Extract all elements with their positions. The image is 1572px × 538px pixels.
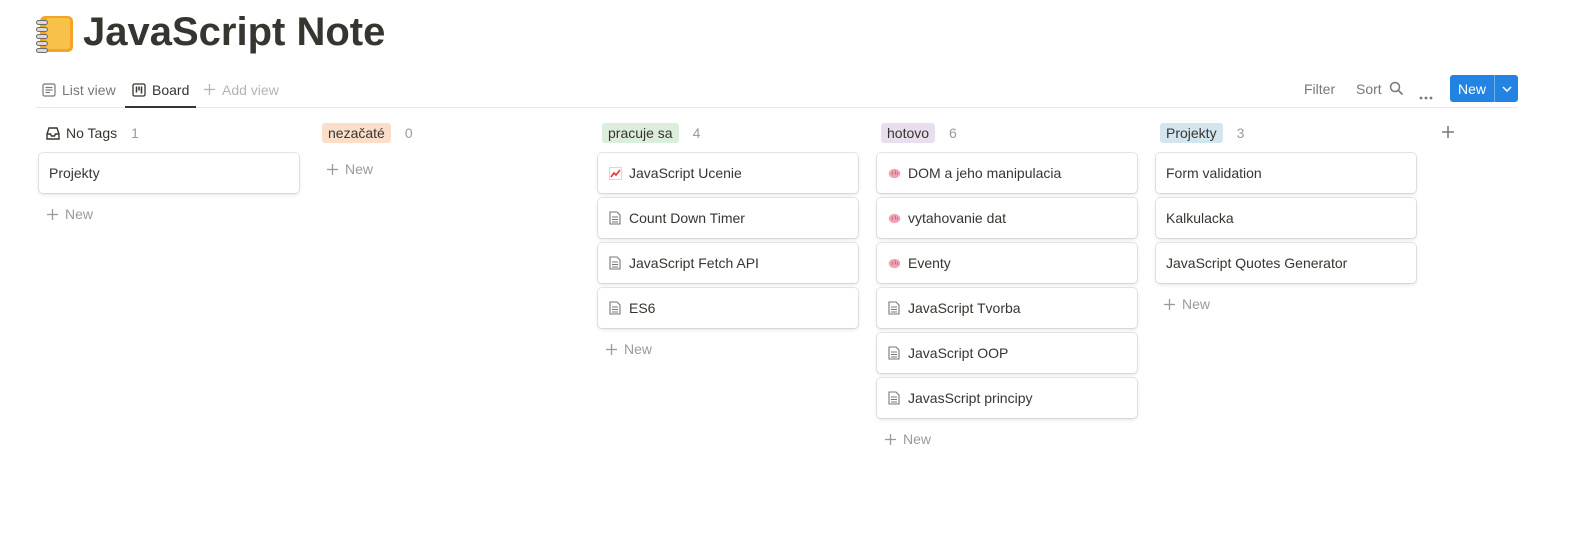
group-count: 6 xyxy=(949,125,957,141)
plus-icon xyxy=(885,433,896,445)
group-header-nezacate[interactable]: nezačaté 0 xyxy=(322,123,413,143)
board-card[interactable]: Count Down Timer xyxy=(598,198,858,238)
card-title: vytahovanie dat xyxy=(908,210,1007,226)
group-header-projekty[interactable]: Projekty 3 xyxy=(1160,123,1244,143)
card-title: JavaScript Quotes Generator xyxy=(1166,255,1348,271)
filter-button[interactable]: Filter xyxy=(1304,81,1335,97)
card-title: Form validation xyxy=(1166,165,1262,181)
board-card[interactable]: JavasScript principy xyxy=(877,378,1137,418)
card-title: Count Down Timer xyxy=(629,210,745,226)
page-icon xyxy=(608,211,622,225)
tab-list-view-label: List view xyxy=(62,81,116,98)
group-count: 4 xyxy=(692,125,701,141)
add-group-button[interactable] xyxy=(1441,125,1455,144)
group-count: 0 xyxy=(404,125,413,141)
add-card-button[interactable]: New xyxy=(1163,296,1210,312)
new-button[interactable]: New xyxy=(1450,75,1518,102)
group-tag: Projekty xyxy=(1160,123,1223,143)
page-icon xyxy=(608,301,622,315)
chevron-down-icon[interactable] xyxy=(1495,85,1518,92)
more-options-icon[interactable] xyxy=(1419,87,1433,103)
add-card-button[interactable]: New xyxy=(46,206,93,222)
board-card[interactable]: Projekty xyxy=(39,153,299,193)
card-title: ES6 xyxy=(629,300,656,316)
page-icon xyxy=(887,391,901,405)
board-card[interactable]: ES6 xyxy=(598,288,858,328)
tab-board-label: Board xyxy=(152,81,190,98)
board-view-icon xyxy=(132,82,146,97)
add-card-button[interactable]: New xyxy=(326,161,373,177)
group-count: 1 xyxy=(131,125,139,141)
card-title: Eventy xyxy=(908,255,951,271)
group-header-pracuje-sa[interactable]: pracuje sa 4 xyxy=(602,123,700,143)
plus-icon xyxy=(47,208,58,220)
card-title: Kalkulacka xyxy=(1166,210,1234,226)
add-card-label: New xyxy=(65,206,94,222)
card-title: JavaScript Tvorba xyxy=(908,300,1021,316)
add-card-label: New xyxy=(903,431,932,447)
plus-icon xyxy=(1442,126,1454,138)
brain-icon xyxy=(887,211,901,225)
add-view-label: Add view xyxy=(222,81,279,98)
brain-icon xyxy=(887,166,901,180)
board-card[interactable]: JavaScript Ucenie xyxy=(598,153,858,193)
brain-icon xyxy=(887,256,901,270)
add-card-label: New xyxy=(1182,296,1211,312)
plus-icon xyxy=(606,343,617,355)
page-header: JavaScript Note xyxy=(36,10,385,55)
card-title: DOM a jeho manipulacia xyxy=(908,165,1062,181)
new-button-label[interactable]: New xyxy=(1450,81,1494,97)
inbox-icon xyxy=(46,126,60,140)
board-card[interactable]: DOM a jeho manipulacia xyxy=(877,153,1137,193)
group-name: No Tags xyxy=(66,125,118,141)
group-tag: hotovo xyxy=(881,123,936,143)
card-title: Projekty xyxy=(49,165,100,181)
board-card[interactable]: JavaScript Quotes Generator xyxy=(1156,243,1416,283)
page-icon xyxy=(887,346,901,360)
plus-icon xyxy=(204,84,215,95)
board-card[interactable]: Kalkulacka xyxy=(1156,198,1416,238)
add-card-button[interactable]: New xyxy=(605,341,652,357)
add-card-button[interactable]: New xyxy=(884,431,931,447)
search-icon[interactable] xyxy=(1389,81,1404,99)
board-card[interactable]: JavaScript Fetch API xyxy=(598,243,858,283)
view-tabs-bar: List view Board Add view Filter Sort xyxy=(36,73,1518,108)
board-card[interactable]: Form validation xyxy=(1156,153,1416,193)
board-card[interactable]: JavaScript Tvorba xyxy=(877,288,1137,328)
group-tag: pracuje sa xyxy=(602,123,679,143)
page-icon xyxy=(608,256,622,270)
board-card[interactable]: Eventy xyxy=(877,243,1137,283)
add-view-button[interactable]: Add view xyxy=(203,73,279,106)
group-tag: nezačaté xyxy=(322,123,391,143)
plus-icon xyxy=(327,163,338,175)
add-card-label: New xyxy=(624,341,653,357)
page-icon xyxy=(887,301,901,315)
board-card[interactable]: JavaScript OOP xyxy=(877,333,1137,373)
card-title: JavasScript principy xyxy=(908,390,1033,406)
board-card[interactable]: vytahovanie dat xyxy=(877,198,1137,238)
chart-increasing-icon xyxy=(608,166,622,180)
group-count: 3 xyxy=(1236,125,1245,141)
add-card-label: New xyxy=(345,161,374,177)
group-header-hotovo[interactable]: hotovo 6 xyxy=(881,123,957,143)
tab-list-view[interactable]: List view xyxy=(42,73,116,106)
card-title: JavaScript Ucenie xyxy=(629,165,742,181)
tab-board[interactable]: Board xyxy=(125,73,197,108)
notebook-icon[interactable] xyxy=(36,13,74,53)
sort-button[interactable]: Sort xyxy=(1356,81,1382,97)
page-title[interactable]: JavaScript Note xyxy=(83,10,385,55)
list-view-icon xyxy=(42,82,56,97)
group-header-no-tags[interactable]: No Tags 1 xyxy=(46,123,139,143)
card-title: JavaScript OOP xyxy=(908,345,1009,361)
plus-icon xyxy=(1164,298,1175,310)
card-title: JavaScript Fetch API xyxy=(629,255,759,271)
